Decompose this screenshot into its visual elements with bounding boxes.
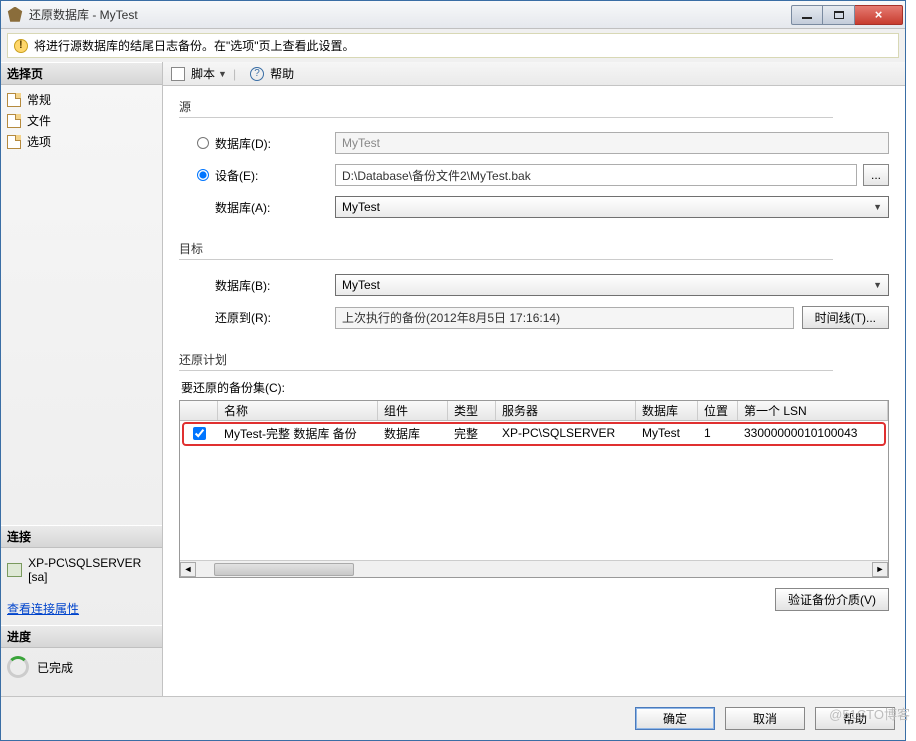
view-connection-props-link[interactable]: 查看连接属性 xyxy=(7,600,156,617)
device-path-field[interactable]: D:\Database\备份文件2\MyTest.bak xyxy=(335,164,857,186)
table-row[interactable]: MyTest-完整 数据库 备份 数据库 完整 XP-PC\SQLSERVER … xyxy=(180,422,888,444)
app-icon xyxy=(7,7,23,23)
sidebar-item-general[interactable]: 常规 xyxy=(3,89,160,110)
script-icon xyxy=(171,67,185,81)
select-page-header: 选择页 xyxy=(1,62,162,85)
chevron-down-icon: ▼ xyxy=(873,280,882,290)
connection-item: XP-PC\SQLSERVER [sa] xyxy=(7,554,156,586)
page-icon xyxy=(7,93,21,107)
source-group: 源 数据库(D): MyTest 设备(E): D:\Database\备份文件… xyxy=(179,98,889,228)
page-icon xyxy=(7,114,21,128)
toolbar: 脚本 ▼ | ? 帮助 xyxy=(163,62,905,86)
close-button[interactable]: × xyxy=(855,5,903,25)
source-db-radio[interactable] xyxy=(197,137,209,149)
sidebar-item-options[interactable]: 选项 xyxy=(3,131,160,152)
plan-group: 还原计划 要还原的备份集(C): 名称 组件 类型 服务器 数据库 位置 第一个… xyxy=(179,351,889,611)
source-device-radio[interactable] xyxy=(197,169,209,181)
help-icon: ? xyxy=(250,67,264,81)
backup-sets-grid[interactable]: 名称 组件 类型 服务器 数据库 位置 第一个 LSN MyTest-完整 数据… xyxy=(179,400,889,578)
restore-db-window: 还原数据库 - MyTest × 将进行源数据库的结尾日志备份。在"选项"页上查… xyxy=(0,0,906,741)
script-dropdown[interactable]: 脚本 xyxy=(191,65,215,82)
minimize-button[interactable] xyxy=(791,5,823,25)
help-button[interactable]: 帮助 xyxy=(270,65,294,82)
progress-header: 进度 xyxy=(1,625,162,648)
progress-ring-icon xyxy=(7,656,29,678)
target-db-dropdown[interactable]: MyTest▼ xyxy=(335,274,889,296)
warning-icon xyxy=(14,39,28,53)
restore-row-checkbox[interactable] xyxy=(193,427,206,440)
dialog-footer: 确定 取消 帮助 xyxy=(1,696,905,740)
verify-media-button[interactable]: 验证备份介质(V) xyxy=(775,588,889,611)
watermark: @51CTO博客 xyxy=(829,704,910,723)
info-banner-text: 将进行源数据库的结尾日志备份。在"选项"页上查看此设置。 xyxy=(34,37,355,54)
info-banner: 将进行源数据库的结尾日志备份。在"选项"页上查看此设置。 xyxy=(7,33,899,58)
horizontal-scrollbar[interactable]: ◄► xyxy=(180,560,888,577)
window-title: 还原数据库 - MyTest xyxy=(29,6,791,23)
timeline-button[interactable]: 时间线(T)... xyxy=(802,306,889,329)
page-icon xyxy=(7,135,21,149)
maximize-button[interactable] xyxy=(823,5,855,25)
chevron-down-icon[interactable]: ▼ xyxy=(218,69,227,79)
browse-device-button[interactable]: ... xyxy=(863,164,889,186)
source-db-field: MyTest xyxy=(335,132,889,154)
target-group: 目标 数据库(B): MyTest▼ 还原到(R): 上次执行的备份(2012年… xyxy=(179,240,889,339)
source-db-dropdown[interactable]: MyTest▼ xyxy=(335,196,889,218)
server-icon xyxy=(7,563,22,577)
chevron-down-icon: ▼ xyxy=(873,202,882,212)
progress-status: 已完成 xyxy=(1,648,162,696)
sidebar-item-files[interactable]: 文件 xyxy=(3,110,160,131)
titlebar[interactable]: 还原数据库 - MyTest × xyxy=(1,1,905,29)
sidebar: 选择页 常规 文件 选项 连接 XP-PC\SQLSERVER [sa] 查看连… xyxy=(1,62,163,696)
restore-to-field: 上次执行的备份(2012年8月5日 17:16:14) xyxy=(335,307,794,329)
sets-label: 要还原的备份集(C): xyxy=(181,379,889,396)
connection-header: 连接 xyxy=(1,525,162,548)
